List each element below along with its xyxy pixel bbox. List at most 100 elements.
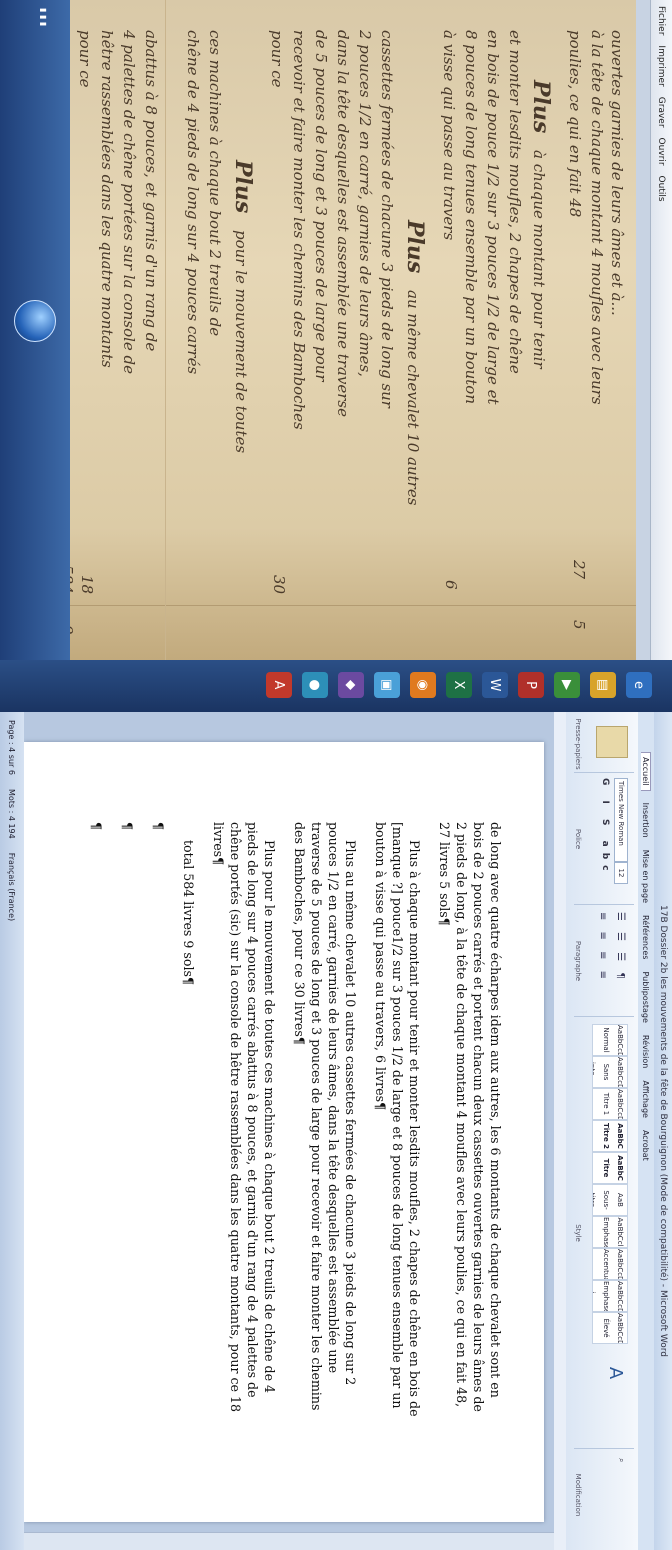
pilcrow-mark: ¶ bbox=[89, 822, 104, 831]
viewer-menu-file[interactable]: Fichier bbox=[657, 6, 667, 35]
manuscript-total: 9 bbox=[70, 625, 76, 635]
tab-mailings[interactable]: Publipostage bbox=[642, 971, 651, 1022]
viewer-menu-open[interactable]: Ouvrir bbox=[657, 138, 667, 166]
style-no-spacing[interactable]: AaBbCcDc Sans inte... bbox=[592, 1056, 628, 1088]
pilcrow-mark: ¶ bbox=[437, 917, 452, 926]
acrobat-icon[interactable]: A bbox=[266, 672, 292, 698]
status-words[interactable]: Mots : 4 194 bbox=[8, 789, 17, 839]
tab-layout[interactable]: Mise en page bbox=[642, 850, 651, 903]
style-heading-1[interactable]: AaBbCcDc Titre 1 bbox=[592, 1088, 628, 1120]
firefox-icon[interactable]: ◉ bbox=[410, 672, 436, 698]
manuscript-line: poulies, ce qui en fait 48 bbox=[566, 30, 584, 218]
manuscript-line: au même chevalet 10 autres bbox=[404, 290, 422, 506]
editing-group: ⌕ Modification bbox=[574, 1450, 634, 1540]
document-page[interactable]: de long avec quatre écharpes idem aux au… bbox=[24, 742, 544, 1522]
folder-icon[interactable]: ▤ bbox=[590, 672, 616, 698]
style-intense-emphasis[interactable]: AaBbCcDc Emphase i... bbox=[592, 1280, 628, 1312]
tab-review[interactable]: Révision bbox=[642, 1035, 651, 1068]
manuscript-line: chêne de 4 pieds de long sur 4 pouces ca… bbox=[184, 30, 202, 375]
find-button[interactable]: ⌕ bbox=[616, 1458, 626, 1462]
style-sample: AaBbCcDc bbox=[616, 1089, 624, 1120]
paragraph-buttons[interactable]: ☰ ☰ ☰ ¶ bbox=[615, 912, 626, 983]
start-button[interactable] bbox=[14, 300, 56, 342]
style-emphasis[interactable]: AaBbCcl Emphase... bbox=[592, 1216, 628, 1248]
manuscript-line: dans la tête desquelles est assemblée un… bbox=[334, 30, 352, 417]
manuscript-line: ouvertes garnies de leurs âmes et à... bbox=[608, 30, 626, 316]
manuscript-line: et monter lesdits moufles, 2 chapes de c… bbox=[506, 30, 524, 374]
manuscript-line: ces machines à chaque bout 2 treuils de bbox=[206, 30, 224, 337]
ie-icon[interactable]: e bbox=[626, 672, 652, 698]
tray-clock[interactable]: ▮ ▮ ▮ bbox=[39, 8, 48, 26]
manuscript-line: pour ce bbox=[268, 30, 286, 88]
style-title[interactable]: AaBbC Titre bbox=[592, 1152, 628, 1184]
status-language[interactable]: Français (France) bbox=[8, 853, 17, 921]
viewer-menu-tools[interactable]: Outils bbox=[657, 176, 667, 202]
photo-viewer-window: Fichier Imprimer Graver Ouvrir Outils ou… bbox=[0, 0, 672, 660]
tab-acrobat[interactable]: Acrobat bbox=[642, 1130, 651, 1161]
style-normal[interactable]: AaBbCcDc Normal bbox=[592, 1024, 628, 1056]
windows-taskbar: ▮ ▮ ▮ bbox=[0, 0, 70, 660]
paragraph-text: Plus au même chevalet 10 autres cassette… bbox=[292, 822, 358, 1411]
tab-references[interactable]: Références bbox=[642, 915, 651, 959]
empty-paragraph: ¶ bbox=[150, 822, 167, 1422]
manuscript-line: à visse qui passe au travers bbox=[440, 30, 458, 241]
change-styles-icon[interactable]: A bbox=[594, 1358, 626, 1388]
paragraph-text: Plus à chaque montant pour tenir et mont… bbox=[373, 822, 422, 1417]
style-subtitle[interactable]: AaB Sous-titre bbox=[592, 1184, 628, 1216]
document-text[interactable]: de long avec quatre écharpes idem aux au… bbox=[34, 822, 504, 1422]
style-name: Normal bbox=[602, 1027, 610, 1053]
style-accent[interactable]: AaBbCcDc Accentua... bbox=[592, 1248, 628, 1280]
style-sample: AaB bbox=[616, 1193, 624, 1207]
style-name: Sans inte... bbox=[592, 1061, 610, 1083]
document-paragraph: Plus à chaque montant pour tenir et mont… bbox=[372, 822, 423, 1422]
editing-group-label: Modification bbox=[574, 1473, 582, 1517]
pilcrow-mark: ¶ bbox=[211, 857, 226, 866]
paragraph-group-label: Paragraphe bbox=[574, 940, 582, 982]
style-name: Emphase i... bbox=[592, 1281, 610, 1312]
pinned-apps-strip: e ▤ ▶ P W X ◉ ▣ ◆ ● A bbox=[0, 660, 672, 712]
style-name: Sous-titre bbox=[592, 1190, 610, 1210]
font-group: Times New Roman 12 G I S abc Police bbox=[574, 774, 634, 905]
manuscript-line: cassettes fermées de chacune 3 pieds de … bbox=[378, 30, 396, 408]
vertical-scrollbar[interactable] bbox=[24, 1532, 554, 1550]
word-title-bar: 17B Dossier 2b les mouvements de la fête… bbox=[654, 712, 672, 1550]
tab-home[interactable]: Accueil bbox=[641, 752, 651, 791]
manuscript-line: pour ce bbox=[76, 30, 94, 88]
status-page[interactable]: Page : 4 sur 6 bbox=[8, 720, 17, 775]
style-heading-2[interactable]: AaBbC Titre 2 bbox=[592, 1120, 628, 1152]
manuscript-margin-rule bbox=[70, 605, 636, 606]
manuscript-amount: 6 bbox=[442, 580, 460, 590]
manuscript-line: 8 pouces de long tenues ensemble par un … bbox=[462, 30, 480, 404]
format-buttons[interactable]: G I S abc bbox=[600, 778, 610, 876]
app-icon[interactable]: ● bbox=[302, 672, 328, 698]
font-size-select[interactable]: 12 bbox=[614, 862, 628, 884]
styles-group-label: Style bbox=[574, 1224, 582, 1242]
style-strong[interactable]: AaBbCcDc Élevé bbox=[592, 1312, 628, 1344]
excel-icon[interactable]: X bbox=[446, 672, 472, 698]
viewer-menu-burn[interactable]: Graver bbox=[657, 97, 667, 128]
viewer-menubar: Fichier Imprimer Graver Ouvrir Outils bbox=[650, 0, 672, 660]
tab-view[interactable]: Affichage bbox=[642, 1080, 651, 1118]
style-sample: AaBbCcDc bbox=[616, 1281, 624, 1312]
desktop-screen: Fichier Imprimer Graver Ouvrir Outils ou… bbox=[0, 0, 672, 1550]
font-name-select[interactable]: Times New Roman bbox=[614, 778, 628, 862]
app-icon[interactable]: ◆ bbox=[338, 672, 364, 698]
word-icon[interactable]: W bbox=[482, 672, 508, 698]
align-buttons[interactable]: ≡ ≡ ≡ ≡ bbox=[597, 912, 608, 983]
style-sample: AaBbCcDc bbox=[616, 1057, 624, 1088]
manuscript-total: 584 bbox=[70, 565, 76, 594]
tab-insert[interactable]: Insertion bbox=[642, 803, 651, 838]
empty-paragraph: ¶ bbox=[119, 822, 136, 1422]
powerpoint-icon[interactable]: P bbox=[518, 672, 544, 698]
style-sample: AaBbCcl bbox=[616, 1217, 624, 1247]
pilcrow-mark: ¶ bbox=[151, 822, 166, 831]
viewer-menu-print[interactable]: Imprimer bbox=[657, 45, 667, 86]
style-sample: AaBbCcDc bbox=[616, 1313, 624, 1344]
manuscript-amount: 5 bbox=[570, 620, 588, 630]
paste-icon[interactable] bbox=[596, 726, 628, 758]
ribbon-tabs: Accueil Insertion Mise en page Référence… bbox=[638, 712, 654, 1550]
horizontal-ruler[interactable] bbox=[553, 712, 566, 1550]
manuscript-line: à chaque montant pour tenir bbox=[530, 150, 548, 369]
photo-viewer-icon[interactable]: ▣ bbox=[374, 672, 400, 698]
media-player-icon[interactable]: ▶ bbox=[554, 672, 580, 698]
